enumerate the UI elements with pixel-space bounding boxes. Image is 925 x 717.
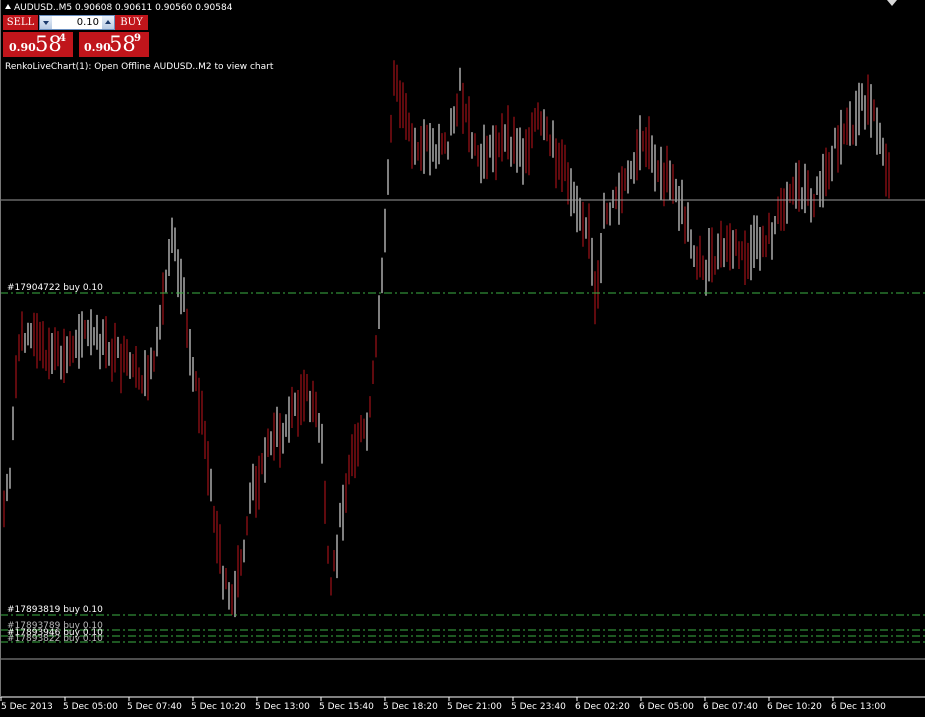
sell-price-fraction: 4 — [59, 33, 66, 44]
time-axis-label: 5 Dec 05:00 — [63, 702, 118, 712]
buy-price-pips: 58 — [109, 32, 136, 56]
lot-size-field[interactable] — [39, 15, 115, 30]
order-label[interactable]: #17893819 buy 0.10 — [7, 605, 103, 615]
time-axis-label: 5 Dec 18:20 — [383, 702, 438, 712]
lot-size-input[interactable] — [53, 16, 101, 29]
symbol-quote-text: AUDUSD..M5 0.90608 0.90611 0.90560 0.905… — [14, 3, 233, 13]
sell-button[interactable]: SELL — [3, 15, 38, 30]
buy-price-fraction: 9 — [134, 33, 141, 44]
order-label[interactable]: #17893822 buy 0.10 — [7, 634, 103, 644]
sell-price-prefix: 0.90 — [9, 41, 36, 54]
price-chart[interactable] — [0, 0, 925, 717]
buy-price-button[interactable]: 0.90 58 9 — [79, 32, 149, 57]
buy-price-prefix: 0.90 — [84, 41, 111, 54]
order-label[interactable]: #17904722 buy 0.10 — [7, 283, 103, 293]
time-axis-label: 5 Dec 13:00 — [255, 702, 310, 712]
time-axis-label: 5 Dec 10:20 — [191, 702, 246, 712]
time-axis-label: 6 Dec 07:40 — [703, 702, 758, 712]
time-axis-label: 6 Dec 02:20 — [575, 702, 630, 712]
time-axis-label: 5 Dec 07:40 — [127, 702, 182, 712]
buy-button[interactable]: BUY — [115, 15, 148, 30]
chart-shift-marker-icon[interactable] — [887, 0, 897, 6]
time-axis-label: 5 Dec 2013 — [1, 702, 53, 712]
sell-price-pips: 58 — [35, 32, 62, 56]
chart-window[interactable]: AUDUSD..M5 0.90608 0.90611 0.90560 0.905… — [0, 0, 925, 717]
time-axis-label: 5 Dec 15:40 — [319, 702, 374, 712]
collapse-triangle-icon[interactable] — [5, 4, 11, 9]
time-axis-label: 6 Dec 10:20 — [767, 702, 822, 712]
lot-increase-icon[interactable] — [102, 16, 114, 29]
lot-decrease-icon[interactable] — [40, 16, 52, 29]
time-axis-label: 5 Dec 21:00 — [447, 702, 502, 712]
time-axis-label: 6 Dec 13:00 — [831, 702, 886, 712]
one-click-trading-panel: SELL BUY 0.90 58 4 0.90 58 9 — [3, 14, 149, 57]
sell-price-button[interactable]: 0.90 58 4 — [3, 32, 73, 57]
time-axis-label: 5 Dec 23:40 — [511, 702, 566, 712]
indicator-info-text: RenkoLiveChart(1): Open Offline AUDUSD..… — [5, 62, 274, 72]
time-axis-ticks — [0, 697, 834, 701]
time-axis-label: 6 Dec 05:00 — [639, 702, 694, 712]
chart-symbol-header: AUDUSD..M5 0.90608 0.90611 0.90560 0.905… — [5, 3, 232, 13]
